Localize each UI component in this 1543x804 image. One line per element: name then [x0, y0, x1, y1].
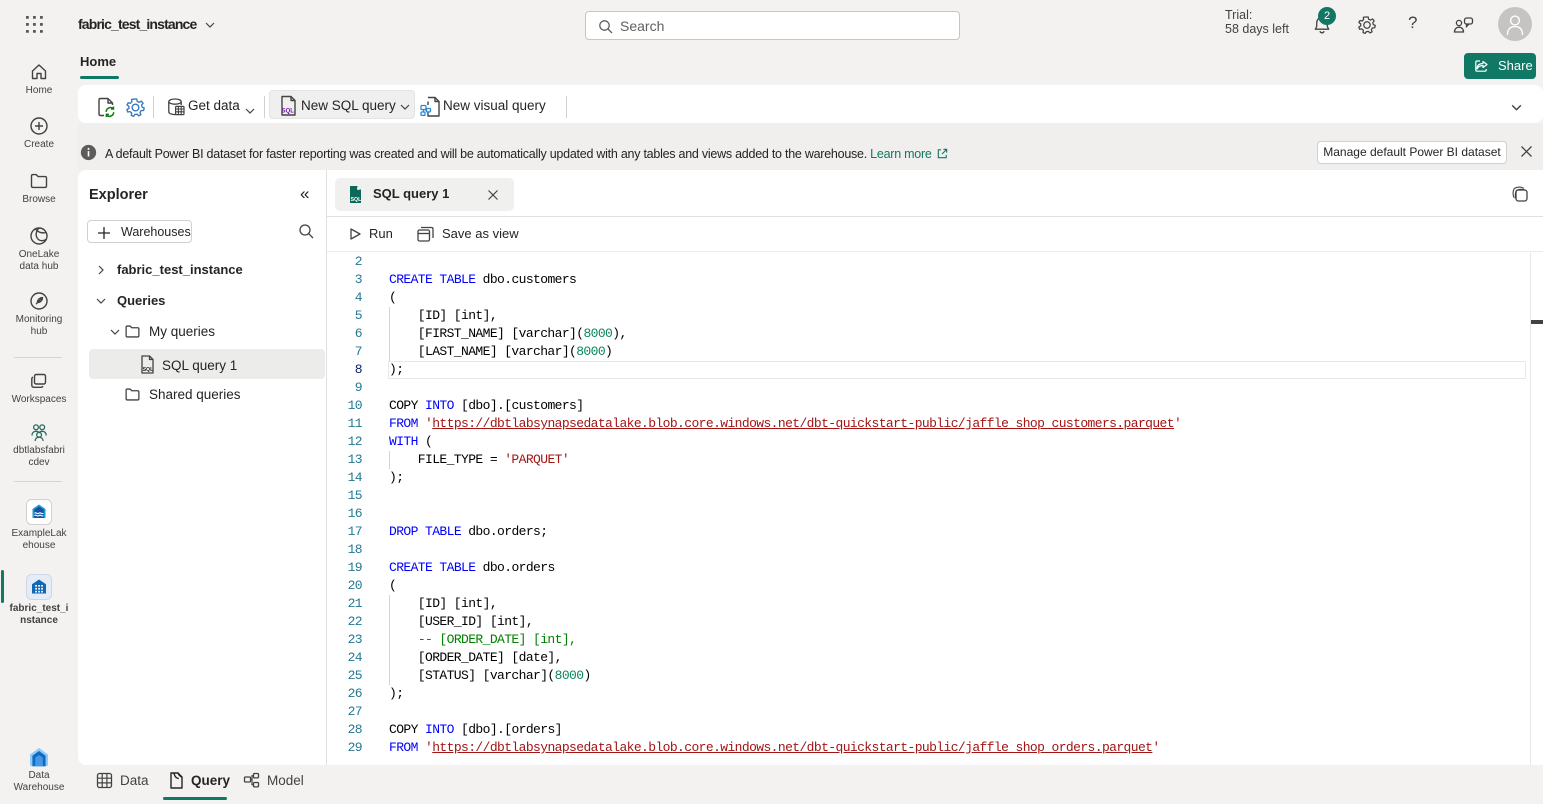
svg-text:SQL: SQL	[351, 197, 362, 203]
svg-text:SQL: SQL	[282, 109, 295, 115]
